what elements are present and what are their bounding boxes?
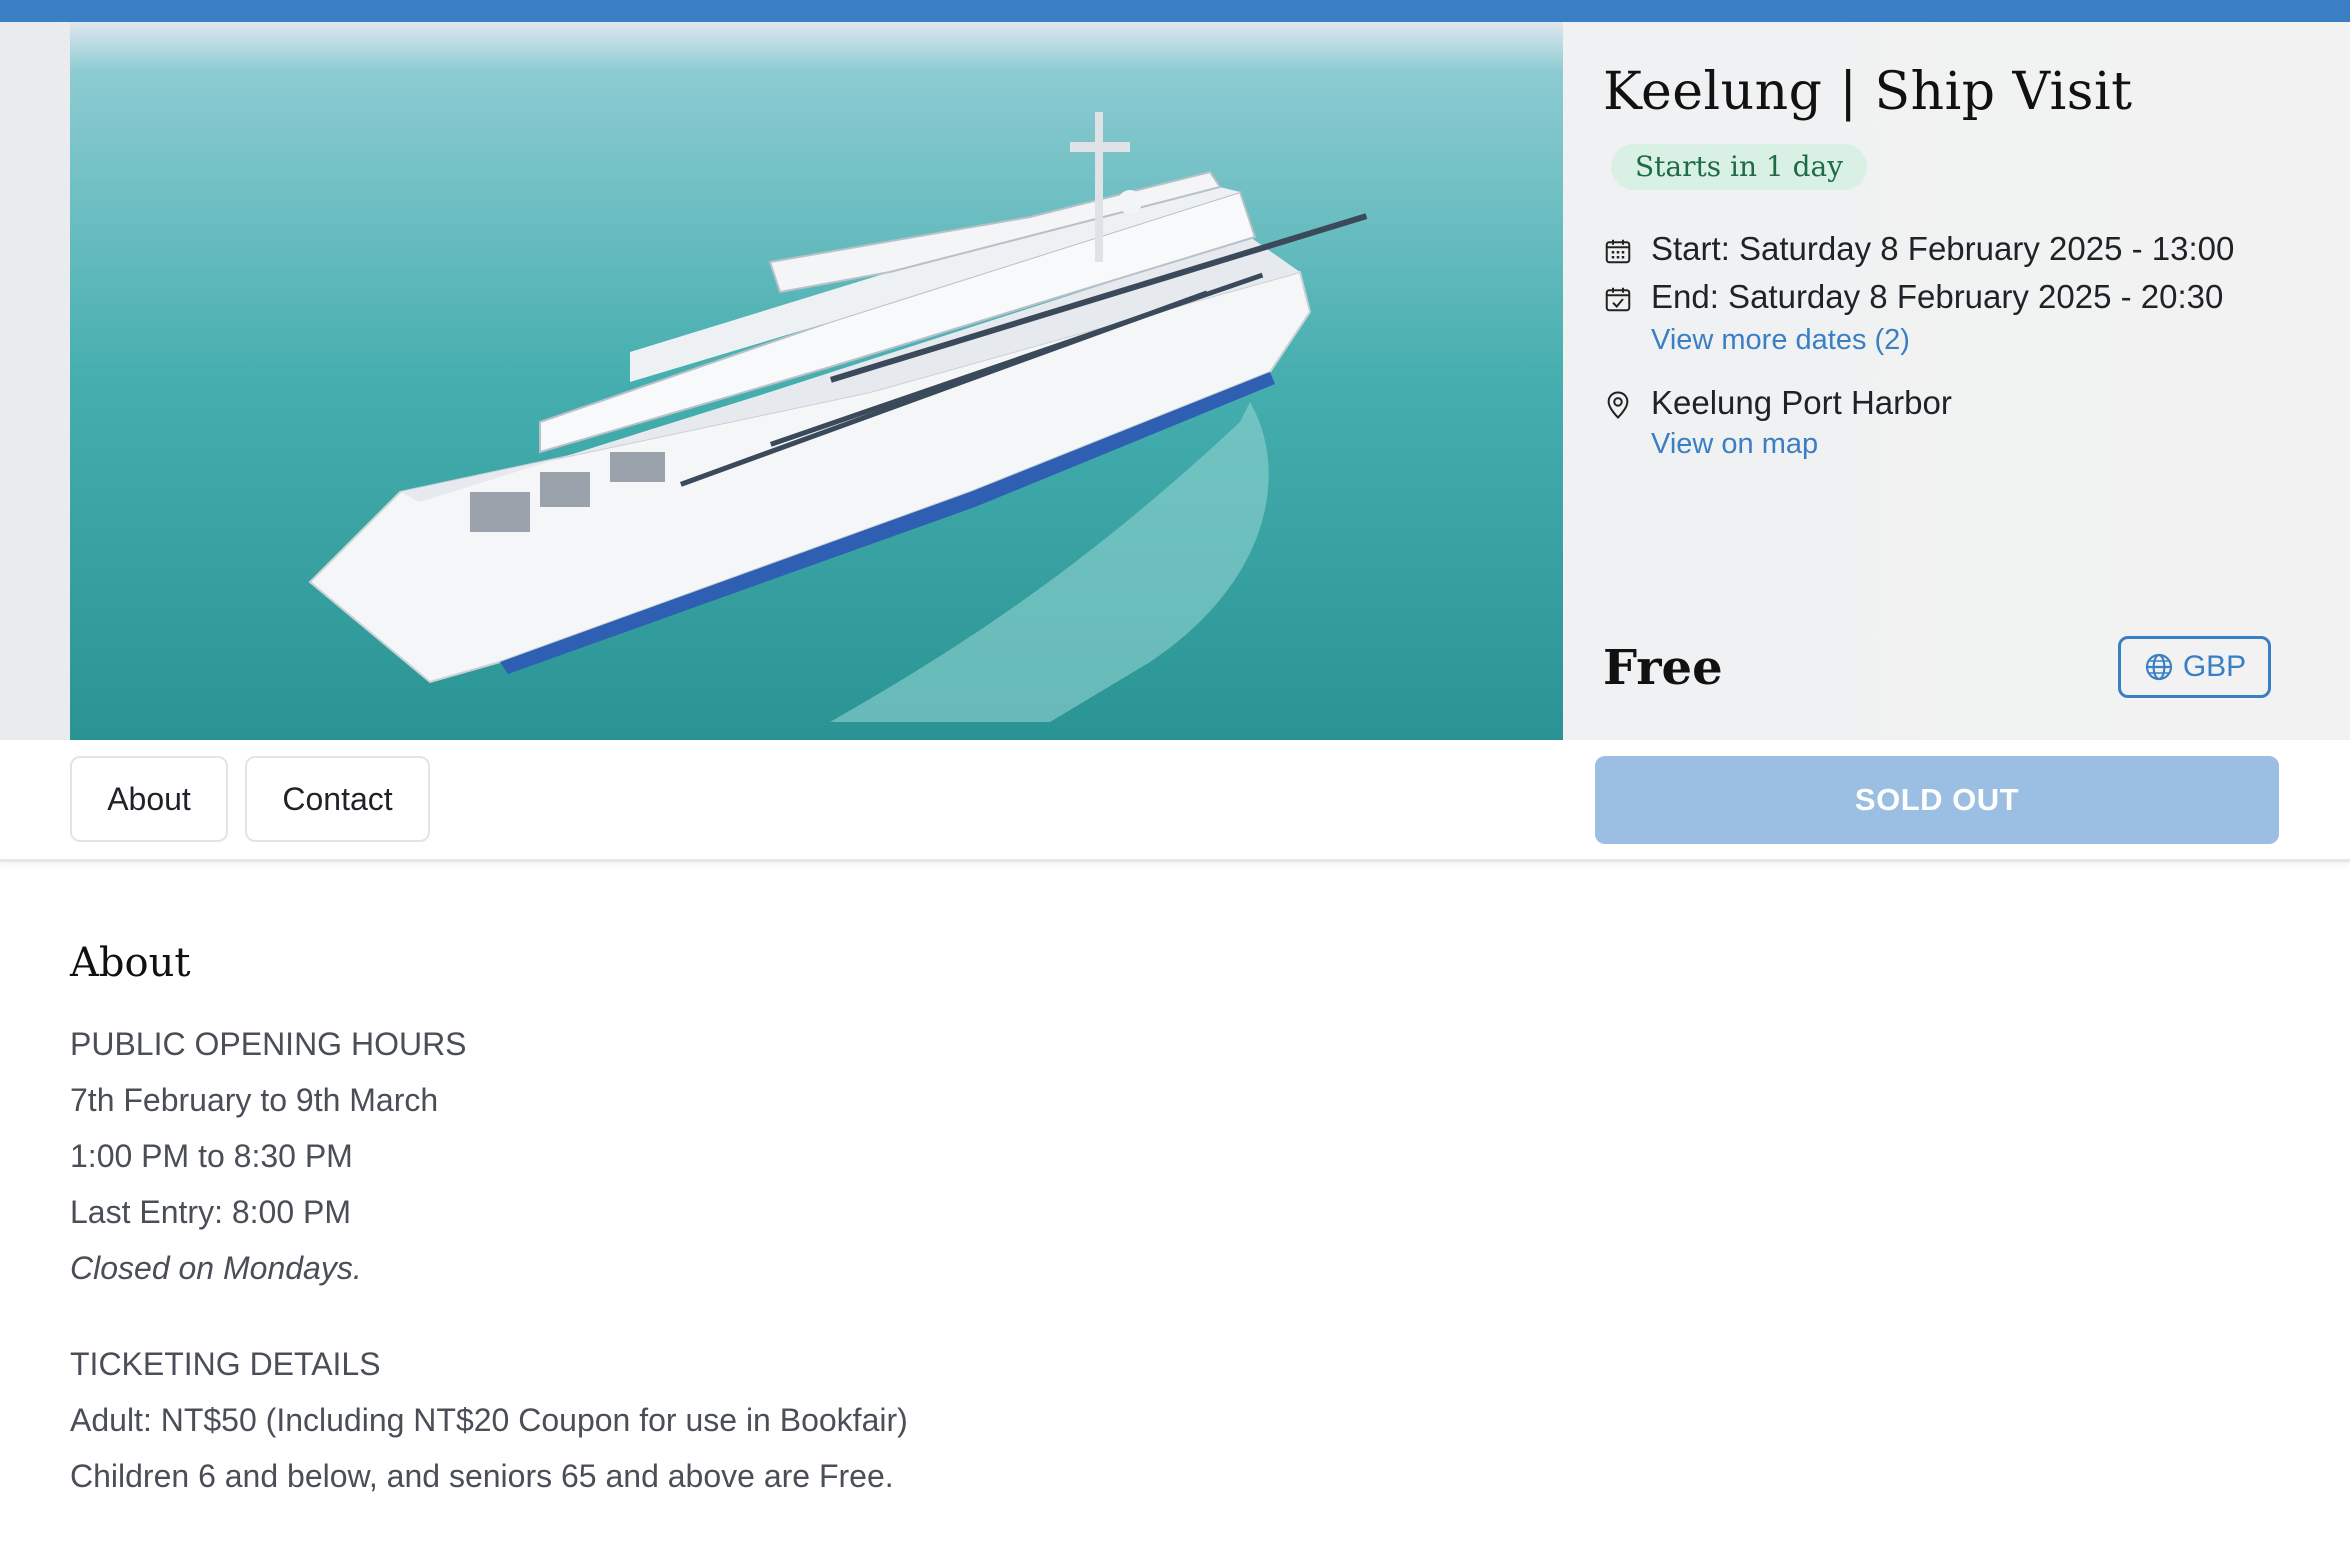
view-on-map-link[interactable]: View on map [1651,428,1818,461]
tab-about[interactable]: About [70,756,228,842]
closed-note: Closed on Mondays. [70,1250,362,1286]
opening-hours-line: Last Entry: 8:00 PM [70,1194,352,1230]
event-cover-image [70,22,1563,740]
tab-contact[interactable]: Contact [245,756,430,842]
ticketing-line: Adult: NT$50 (Including NT$20 Coupon for… [70,1402,908,1438]
calendar-icon [1605,239,1631,264]
event-start-text: Start: Saturday 8 February 2025 - 13:00 [1651,230,2235,267]
ship-illustration [70,22,1563,740]
event-price: Free [1603,640,1723,696]
top-accent-bar [0,0,2350,22]
calendar-check-icon [1605,287,1631,312]
currency-label: GBP [2182,650,2247,683]
event-info-panel: Keelung | Ship Visit Starts in 1 day Sta… [1603,22,2303,740]
opening-hours-heading: PUBLIC OPENING HOURS [70,1026,467,1062]
sold-out-button[interactable]: SOLD OUT [1595,756,2279,844]
map-pin-icon [1607,391,1629,419]
currency-selector-button[interactable]: GBP [2118,636,2271,698]
event-location-text: Keelung Port Harbor [1651,384,1952,421]
globe-icon [2145,653,2172,681]
event-nav-bar: About Contact SOLD OUT [0,740,2350,862]
about-section: About PUBLIC OPENING HOURS 7th February … [70,940,2270,1504]
event-end-text: End: Saturday 8 February 2025 - 20:30 [1651,278,2224,315]
status-badge: Starts in 1 day [1611,144,1868,190]
event-title: Keelung | Ship Visit [1603,62,2133,122]
ticketing-heading: TICKETING DETAILS [70,1346,381,1382]
ticketing-line: Children 6 and below, and seniors 65 and… [70,1458,894,1494]
opening-hours-line: 1:00 PM to 8:30 PM [70,1138,353,1174]
about-heading: About [70,940,191,986]
view-more-dates-link[interactable]: View more dates (2) [1651,324,1910,357]
opening-hours-line: 7th February to 9th March [70,1082,439,1118]
